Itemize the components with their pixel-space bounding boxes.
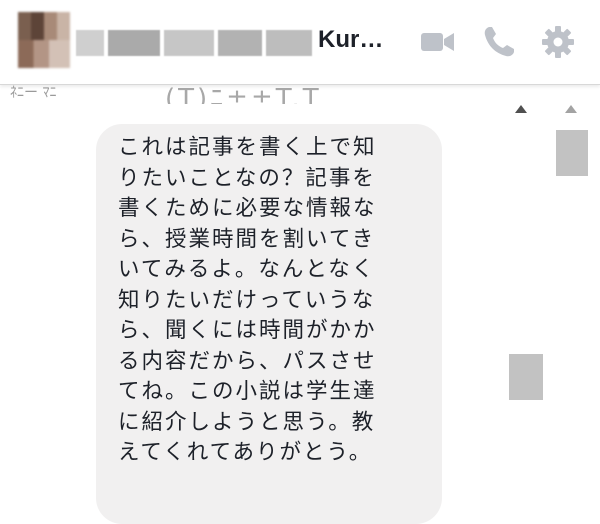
message-line: に紹介しようと思う。教 <box>118 409 376 435</box>
page-scrollbar-thumb[interactable] <box>556 130 588 176</box>
redacted-name-block <box>76 30 104 56</box>
redacted-name-block <box>266 30 312 56</box>
scroll-up-arrow-icon[interactable] <box>564 104 578 114</box>
redacted-name-block <box>108 30 160 56</box>
chat-header: Kur… <box>0 0 600 85</box>
message-line: えてくれてありがとう。 <box>118 440 373 465</box>
message-line: ら、授業時間を割いてき <box>118 226 376 252</box>
message-line: 知りたいだけっていうな <box>118 287 376 313</box>
phone-icon[interactable] <box>481 24 517 60</box>
message-line: てね。この小説は学生達 <box>118 379 377 404</box>
message-line: 書くために必要な情報な <box>118 196 377 221</box>
message-line: ら、聞くには時間がかか <box>118 318 377 343</box>
redacted-name-block <box>164 30 214 56</box>
message-line: る内容だから、パスさせ <box>118 348 377 374</box>
message-text: これは記事を書く上で知 りたいことなの？記事を 書くために必要な情報な ら、授業… <box>118 133 424 469</box>
scrollbars <box>500 92 600 503</box>
gear-icon[interactable] <box>540 24 576 60</box>
previous-message-left: ﾈﾆー ﾏﾆ <box>10 85 57 101</box>
message-line: りたいことなの？記事を <box>118 165 376 191</box>
avatar[interactable] <box>18 12 70 68</box>
scroll-up-arrow-icon[interactable] <box>514 104 528 114</box>
message-line: これは記事を書く上で知 <box>118 135 377 160</box>
chat-scrollbar-thumb[interactable] <box>509 354 543 400</box>
message-line: いてみるよ。なんとなく <box>118 257 376 282</box>
contact-name[interactable]: Kur… <box>318 26 383 54</box>
video-call-icon[interactable] <box>420 24 456 60</box>
redacted-name-block <box>218 30 262 56</box>
